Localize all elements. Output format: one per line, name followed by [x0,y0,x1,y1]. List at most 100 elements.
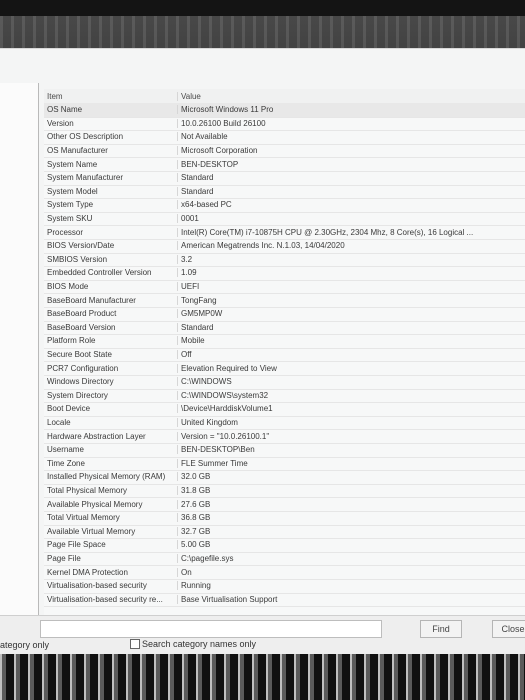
item-cell: Total Virtual Memory [47,513,120,523]
find-what-input[interactable] [40,620,382,638]
item-cell: Total Physical Memory [47,486,128,496]
value-cell: 0001 [177,214,511,224]
item-cell: Virtualisation-based security [47,581,147,591]
value-cell: C:\WINDOWS\system32 [177,390,511,400]
item-cell: BaseBoard Product [47,309,117,319]
value-cell: Standard [177,186,511,196]
item-cell: Locale [47,418,71,428]
table-row[interactable]: Time Zone FLE Summer Time [44,457,525,472]
table-row[interactable]: Virtualisation-based security re... Base … [44,593,525,608]
table-row[interactable]: SMBIOS Version 3.2 [44,253,525,268]
item-cell: OS Manufacturer [47,146,108,156]
table-row[interactable]: Locale United Kingdom [44,416,525,431]
item-cell: Processor [47,227,84,237]
table-row[interactable]: Platform Role Mobile [44,334,525,349]
table-row[interactable]: Installed Physical Memory (RAM) 32.0 GB [44,470,525,485]
table-row[interactable]: Username BEN-DESKTOP\Ben [44,443,525,458]
value-cell: Mobile [177,336,511,346]
value-cell: Off [177,350,511,360]
close-find-button[interactable]: Close [492,620,525,638]
monitor-bezel [0,0,525,16]
table-row[interactable]: BaseBoard Manufacturer TongFang [44,293,525,308]
value-cell: Microsoft Corporation [177,146,511,156]
table-row[interactable]: Embedded Controller Version 1.09 [44,266,525,281]
search-category-names-option[interactable]: Search category names only [130,639,256,649]
table-row[interactable]: Total Physical Memory 31.8 GB [44,484,525,499]
table-row[interactable]: Available Virtual Memory 32.7 GB [44,525,525,540]
value-cell: 31.8 GB [177,486,511,496]
value-cell: 32.7 GB [177,526,511,536]
item-cell: System Directory [47,390,108,400]
table-row[interactable]: System Name BEN-DESKTOP [44,157,525,172]
table-row[interactable]: Total Virtual Memory 36.8 GB [44,511,525,526]
item-cell: PCR7 Configuration [47,363,119,373]
find-bar: Find Close ategory only Search category … [0,615,525,654]
table-row[interactable]: BaseBoard Version Standard [44,321,525,336]
table-row[interactable]: Windows Directory C:\WINDOWS [44,375,525,390]
table-row[interactable]: OS Manufacturer Microsoft Corporation [44,144,525,159]
table-row[interactable]: OS Name Microsoft Windows 11 Pro [44,103,525,118]
find-button[interactable]: Find [420,620,462,638]
item-cell: Username [47,445,84,455]
value-column-header[interactable]: Value [177,91,511,101]
system-information-window: Item Value OS Name Microsoft Windows 11 P… [0,48,525,654]
value-cell: Base Virtualisation Support [177,594,511,604]
value-cell: x64-based PC [177,200,511,210]
item-cell: Page File Space [47,540,106,550]
search-category-names-checkbox[interactable] [130,639,140,649]
item-cell: Other OS Description [47,132,124,142]
table-row[interactable]: System Directory C:\WINDOWS\system32 [44,389,525,404]
table-row[interactable]: PCR7 Configuration Elevation Required to … [44,361,525,376]
value-cell: Intel(R) Core(TM) i7-10875H CPU @ 2.30GH… [177,227,511,237]
table-row[interactable]: Processor Intel(R) Core(TM) i7-10875H CPU… [44,225,525,240]
table-row[interactable]: Kernel DMA Protection On [44,565,525,580]
table-row[interactable]: System Type x64-based PC [44,198,525,213]
value-cell: 1.09 [177,268,511,278]
item-cell: Hardware Abstraction Layer [47,431,146,441]
value-cell: United Kingdom [177,418,511,428]
table-row[interactable]: Hardware Abstraction Layer Version = "10.… [44,429,525,444]
value-cell: UEFI [177,282,511,292]
item-cell: Boot Device [47,404,91,414]
table-row[interactable]: BaseBoard Product GM5MP0W [44,307,525,322]
value-cell: 27.6 GB [177,499,511,509]
item-cell: Platform Role [47,336,96,346]
table-row[interactable]: Boot Device \Device\HarddiskVolume1 [44,402,525,417]
value-cell: Version = "10.0.26100.1" [177,431,511,441]
table-row[interactable]: BIOS Mode UEFI [44,280,525,295]
item-cell: Time Zone [47,458,85,468]
item-cell: System Name [47,159,98,169]
value-cell: Standard [177,322,511,332]
table-row[interactable]: Secure Boot State Off [44,348,525,363]
value-cell: 32.0 GB [177,472,511,482]
table-row[interactable]: System Manufacturer Standard [44,171,525,186]
value-cell: Running [177,581,511,591]
category-tree-pane[interactable] [0,83,39,643]
item-cell: Embedded Controller Version [47,268,152,278]
table-row[interactable]: Page File Space 5.00 GB [44,538,525,553]
item-cell: Available Physical Memory [47,499,143,509]
item-cell: OS Name [47,105,83,115]
item-column-header[interactable]: Item [44,92,177,101]
value-cell: 5.00 GB [177,540,511,550]
table-row[interactable]: Other OS Description Not Available [44,130,525,145]
search-selected-category-option[interactable]: ategory only [0,640,49,650]
value-cell: BEN-DESKTOP [177,159,511,169]
table-row[interactable]: Page File C:\pagefile.sys [44,552,525,567]
item-cell: Installed Physical Memory (RAM) [47,472,166,482]
table-row[interactable]: Virtualisation-based security Running [44,579,525,594]
item-cell: Available Virtual Memory [47,526,136,536]
table-header-row: Item Value [44,89,525,104]
item-cell: BaseBoard Version [47,322,116,332]
table-row[interactable]: BIOS Version/Date American Megatrends Inc… [44,239,525,254]
table-row[interactable]: System Model Standard [44,185,525,200]
item-cell: Version [47,118,74,128]
table-row[interactable]: System SKU 0001 [44,212,525,227]
item-cell: System SKU [47,214,93,224]
table-row[interactable]: Available Physical Memory 27.6 GB [44,497,525,512]
item-cell: BaseBoard Manufacturer [47,295,136,305]
table-row[interactable]: Version 10.0.26100 Build 26100 [44,117,525,132]
taskbar-area [0,652,525,700]
item-cell: System Manufacturer [47,173,124,183]
value-cell: C:\pagefile.sys [177,554,511,564]
